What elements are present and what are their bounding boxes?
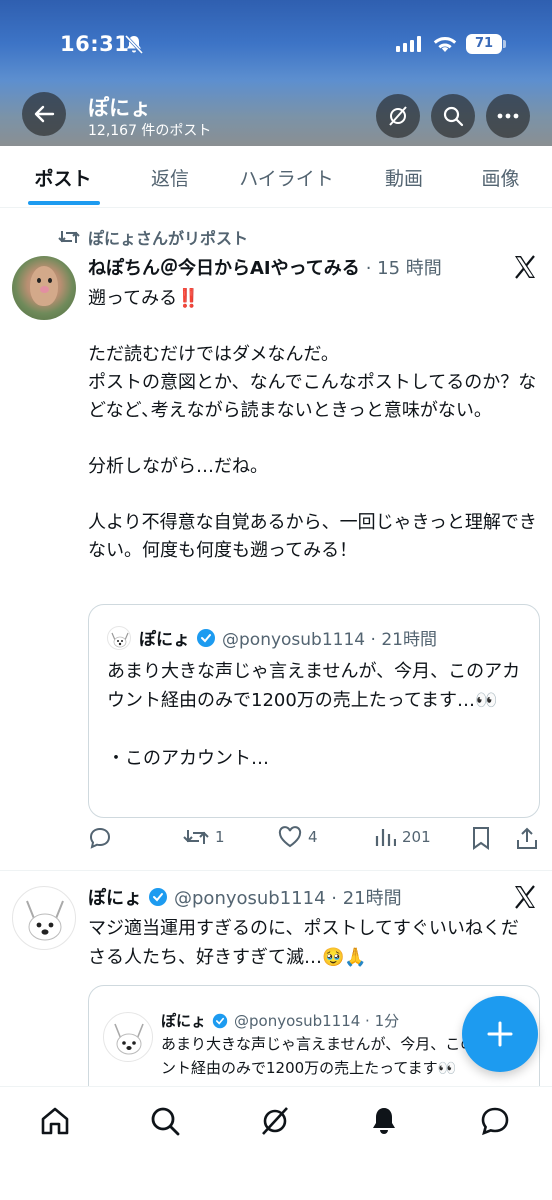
wifi-icon: [432, 34, 458, 58]
views-button[interactable]: 201: [374, 826, 431, 848]
quote-handle-time: @ponyosub1114 · 1分: [234, 1012, 400, 1030]
bell-off-icon: [124, 34, 144, 60]
verified-badge-icon: [212, 1013, 228, 1028]
author-name[interactable]: ぽにょ: [88, 884, 142, 910]
notifications-icon: [373, 1108, 395, 1134]
bookmark-icon: [473, 827, 489, 850]
heart-icon: [278, 826, 302, 848]
nav-messages[interactable]: [477, 1103, 513, 1139]
avatar[interactable]: [12, 256, 76, 320]
quote-text: あまり大きな声じゃ言えませんが、今月、このアカウント経由のみで1200万の売上た…: [107, 661, 521, 769]
more-icon: [497, 113, 519, 119]
status-time: 16:31: [60, 32, 130, 56]
profile-topbar: ぽにょ 12,167 件のポスト: [0, 90, 552, 142]
nav-home[interactable]: [37, 1103, 73, 1139]
grok-icon: [389, 106, 407, 126]
bookmark-button[interactable]: [471, 826, 491, 850]
avatar: [107, 625, 131, 650]
share-button[interactable]: [516, 826, 538, 850]
quote-author-name: ぽにょ: [161, 1012, 207, 1030]
arrow-left-icon: [34, 105, 55, 123]
nav-notifications[interactable]: [366, 1103, 402, 1139]
verified-badge-icon: [197, 628, 215, 647]
tab-highlights[interactable]: ハイライト: [214, 146, 359, 208]
search-icon: [151, 1107, 180, 1136]
post-count: 12,167 件のポスト: [88, 123, 212, 139]
search-icon: [443, 106, 464, 127]
verified-badge-icon: [149, 888, 167, 906]
tab-images[interactable]: 画像: [449, 146, 552, 208]
repost-button[interactable]: 1: [183, 826, 225, 848]
compose-button[interactable]: [462, 996, 538, 1072]
home-icon: [41, 1107, 69, 1135]
reply-icon: [89, 827, 111, 849]
tab-replies[interactable]: 返信: [126, 146, 214, 208]
x-logo-icon: [515, 885, 535, 909]
like-button[interactable]: 4: [278, 826, 318, 848]
post-time[interactable]: · 15 時間: [366, 254, 442, 280]
quoted-post[interactable]: ぽにょ @ponyosub1114 · 21時間 あまり大きな声じゃ言えませんが…: [88, 604, 540, 818]
views-icon: [375, 829, 396, 846]
avatar[interactable]: [12, 886, 76, 950]
post-text: マジ適当運用すぎるのに、ポストしてすぐいいねくださる人たち、好きすぎて滅…🥹🙏: [88, 918, 519, 968]
post-header: ねぽちん＠今日からAIやってみる · 15 時間: [88, 254, 442, 280]
post-text: 遡ってみる‼️ ただ読むだけではダメなんだ。 ポストの意図とか、なんでこんなポス…: [88, 288, 537, 561]
nav-grok[interactable]: [257, 1103, 293, 1139]
status-bar: 16:31 71: [0, 22, 552, 68]
quote-author-name: ぽにょ: [139, 630, 190, 650]
back-button[interactable]: [22, 92, 66, 136]
post-handle-time[interactable]: @ponyosub1114 · 21時間: [174, 884, 402, 910]
x-logo-icon: [515, 255, 535, 279]
repost-label: ぽにょさんがリポスト: [88, 229, 249, 248]
tab-posts[interactable]: ポスト: [0, 146, 126, 208]
active-tab-indicator: [28, 201, 100, 205]
grok-icon: [262, 1107, 288, 1135]
repost-icon: [58, 231, 80, 243]
battery-indicator: 71: [466, 34, 506, 54]
cell-signal-icon: [396, 36, 421, 52]
more-button[interactable]: [486, 94, 530, 138]
divider: [0, 870, 552, 871]
search-button[interactable]: [431, 94, 475, 138]
messages-icon: [481, 1107, 509, 1136]
avatar: [103, 1012, 153, 1062]
repost-icon: [183, 830, 209, 844]
repost-indicator: ぽにょさんがリポスト: [58, 225, 248, 249]
nav-search[interactable]: [147, 1103, 183, 1139]
share-icon: [517, 827, 537, 849]
bottom-nav: [0, 1086, 552, 1200]
profile-tabs: ポスト 返信 ハイライト 動画 画像: [0, 146, 552, 208]
reply-button[interactable]: [88, 826, 118, 850]
grok-button[interactable]: [376, 94, 420, 138]
author-name[interactable]: ねぽちん＠今日からAIやってみる: [88, 254, 360, 280]
post-header: ぽにょ @ponyosub1114 · 21時間: [88, 884, 402, 910]
plus-icon: [487, 1021, 513, 1047]
profile-name: ぽにょ: [88, 96, 151, 120]
post-actions: 1 4 201: [88, 826, 540, 858]
quote-handle-time: @ponyosub1114 · 21時間: [222, 630, 437, 650]
tab-videos[interactable]: 動画: [359, 146, 449, 208]
